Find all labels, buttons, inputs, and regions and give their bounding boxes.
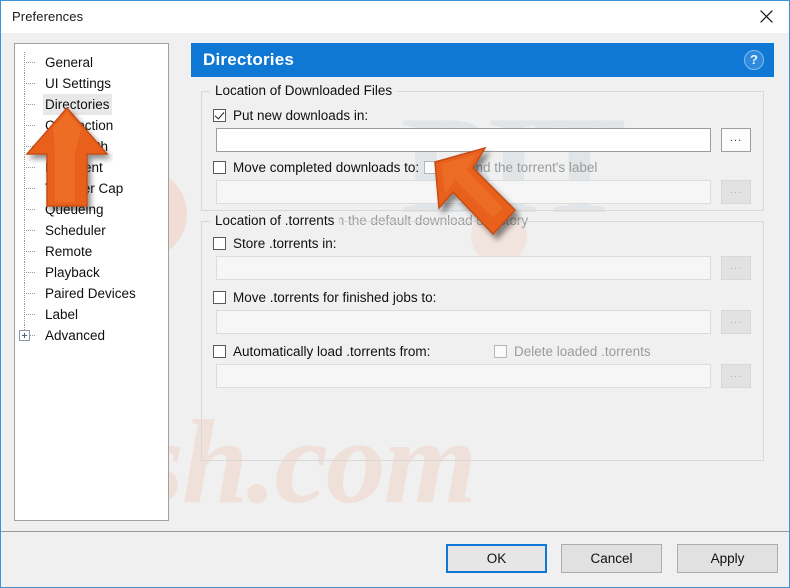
move-finished-torrents-browse-button[interactable]: ...: [721, 310, 751, 334]
checkbox-label: Delete loaded .torrents: [514, 344, 651, 359]
move-finished-torrents-path-input[interactable]: [216, 310, 711, 334]
checkbox-label: Store .torrents in:: [233, 236, 337, 251]
cancel-button[interactable]: Cancel: [561, 544, 662, 573]
title-bar: Preferences: [1, 1, 789, 34]
put-new-downloads-browse-button[interactable]: ...: [721, 128, 751, 152]
auto-load-torrents-path-input[interactable]: [216, 364, 711, 388]
sidebar-item-label: Scheduler: [45, 223, 106, 238]
checkbox-box[interactable]: [213, 237, 226, 250]
checkbox-store-torrents-in[interactable]: Store .torrents in:: [213, 236, 337, 251]
store-torrents-browse-button[interactable]: ...: [721, 256, 751, 280]
sidebar-item-label: Transfer Cap: [45, 181, 124, 196]
window-title: Preferences: [12, 9, 84, 24]
sidebar-item-label: General: [45, 55, 94, 70]
sidebar-item-general[interactable]: General: [15, 52, 168, 73]
sidebar-item-label: Advanced: [45, 328, 106, 343]
checkbox-label: Move completed downloads to:: [233, 160, 420, 175]
sidebar-item-label[interactable]: Label: [15, 304, 168, 325]
sidebar-item-playback[interactable]: Playback: [15, 262, 168, 283]
group-legend: Location of Downloaded Files: [210, 83, 398, 98]
sidebar-item-connection[interactable]: Connection: [15, 115, 168, 136]
checkbox-append-torrents-label[interactable]: Append the torrent's label: [424, 160, 597, 175]
checkbox-move-torrents-for-finished-jobs-to[interactable]: Move .torrents for finished jobs to:: [213, 290, 436, 305]
help-icon[interactable]: ?: [744, 50, 764, 70]
sidebar-item-label: Playback: [45, 265, 100, 280]
checkbox-box[interactable]: [424, 161, 437, 174]
sidebar-item-bandwidth[interactable]: Bandwidth: [15, 136, 168, 157]
sidebar-item-label: BitTorrent: [45, 160, 103, 175]
sidebar-item-advanced[interactable]: Advanced: [15, 325, 168, 346]
sidebar-item-remote[interactable]: Remote: [15, 241, 168, 262]
apply-button[interactable]: Apply: [677, 544, 778, 573]
checkbox-box[interactable]: [213, 345, 226, 358]
page-title: Directories: [203, 50, 295, 69]
sidebar-item-label: Queueing: [45, 202, 104, 217]
page-header: Directories ?: [191, 43, 774, 77]
preferences-category-tree[interactable]: General UI Settings Directories Connecti…: [14, 43, 169, 521]
group-location-of-torrents: Location of .torrents Store .torrents in…: [201, 213, 764, 461]
checkbox-delete-loaded-torrents[interactable]: Delete loaded .torrents: [494, 344, 651, 359]
sidebar-item-scheduler[interactable]: Scheduler: [15, 220, 168, 241]
ok-button[interactable]: OK: [446, 544, 547, 573]
checkbox-box[interactable]: [494, 345, 507, 358]
close-icon[interactable]: [743, 1, 789, 32]
sidebar-item-bittorrent[interactable]: BitTorrent: [15, 157, 168, 178]
sidebar-item-label: Label: [45, 307, 79, 322]
checkbox-box[interactable]: [213, 291, 226, 304]
checkbox-automatically-load-torrents-from[interactable]: Automatically load .torrents from:: [213, 344, 430, 359]
checkbox-label: Append the torrent's label: [444, 160, 598, 175]
checkbox-label: Put new downloads in:: [233, 108, 369, 123]
checkbox-label: Automatically load .torrents from:: [233, 344, 431, 359]
sidebar-item-label: Remote: [45, 244, 93, 259]
checkbox-box[interactable]: [213, 161, 226, 174]
put-new-downloads-path-input[interactable]: [216, 128, 711, 152]
sidebar-item-ui-settings[interactable]: UI Settings: [15, 73, 168, 94]
checkbox-box[interactable]: [213, 109, 226, 122]
preferences-page: Directories ? Location of Downloaded Fil…: [191, 43, 774, 521]
checkbox-label: Move .torrents for finished jobs to:: [233, 290, 437, 305]
sidebar-item-transfer-cap[interactable]: Transfer Cap: [15, 178, 168, 199]
dialog-button-bar: OK Cancel Apply: [1, 532, 789, 587]
sidebar-item-label: Connection: [45, 118, 114, 133]
sidebar-item-label: Paired Devices: [45, 286, 136, 301]
sidebar-item-label: Bandwidth: [45, 139, 109, 154]
preferences-window: Preferences BIT rish.com General UI Sett…: [0, 0, 790, 588]
move-completed-browse-button[interactable]: ...: [721, 180, 751, 204]
dialog-client-area: BIT rish.com General UI Settings Directo…: [1, 33, 789, 587]
expand-plus-icon[interactable]: [19, 330, 30, 341]
sidebar-item-label: UI Settings: [45, 76, 112, 91]
sidebar-item-queueing[interactable]: Queueing: [15, 199, 168, 220]
group-location-of-downloaded-files: Location of Downloaded Files Put new dow…: [201, 83, 764, 228]
store-torrents-path-input[interactable]: [216, 256, 711, 280]
checkbox-put-new-downloads-in[interactable]: Put new downloads in:: [213, 108, 368, 123]
group-legend: Location of .torrents: [210, 213, 340, 228]
sidebar-item-paired-devices[interactable]: Paired Devices: [15, 283, 168, 304]
auto-load-torrents-browse-button[interactable]: ...: [721, 364, 751, 388]
sidebar-item-directories[interactable]: Directories: [15, 94, 168, 115]
move-completed-path-input[interactable]: [216, 180, 711, 204]
sidebar-item-label: Directories: [43, 94, 112, 115]
checkbox-move-completed-downloads-to[interactable]: Move completed downloads to:: [213, 160, 419, 175]
